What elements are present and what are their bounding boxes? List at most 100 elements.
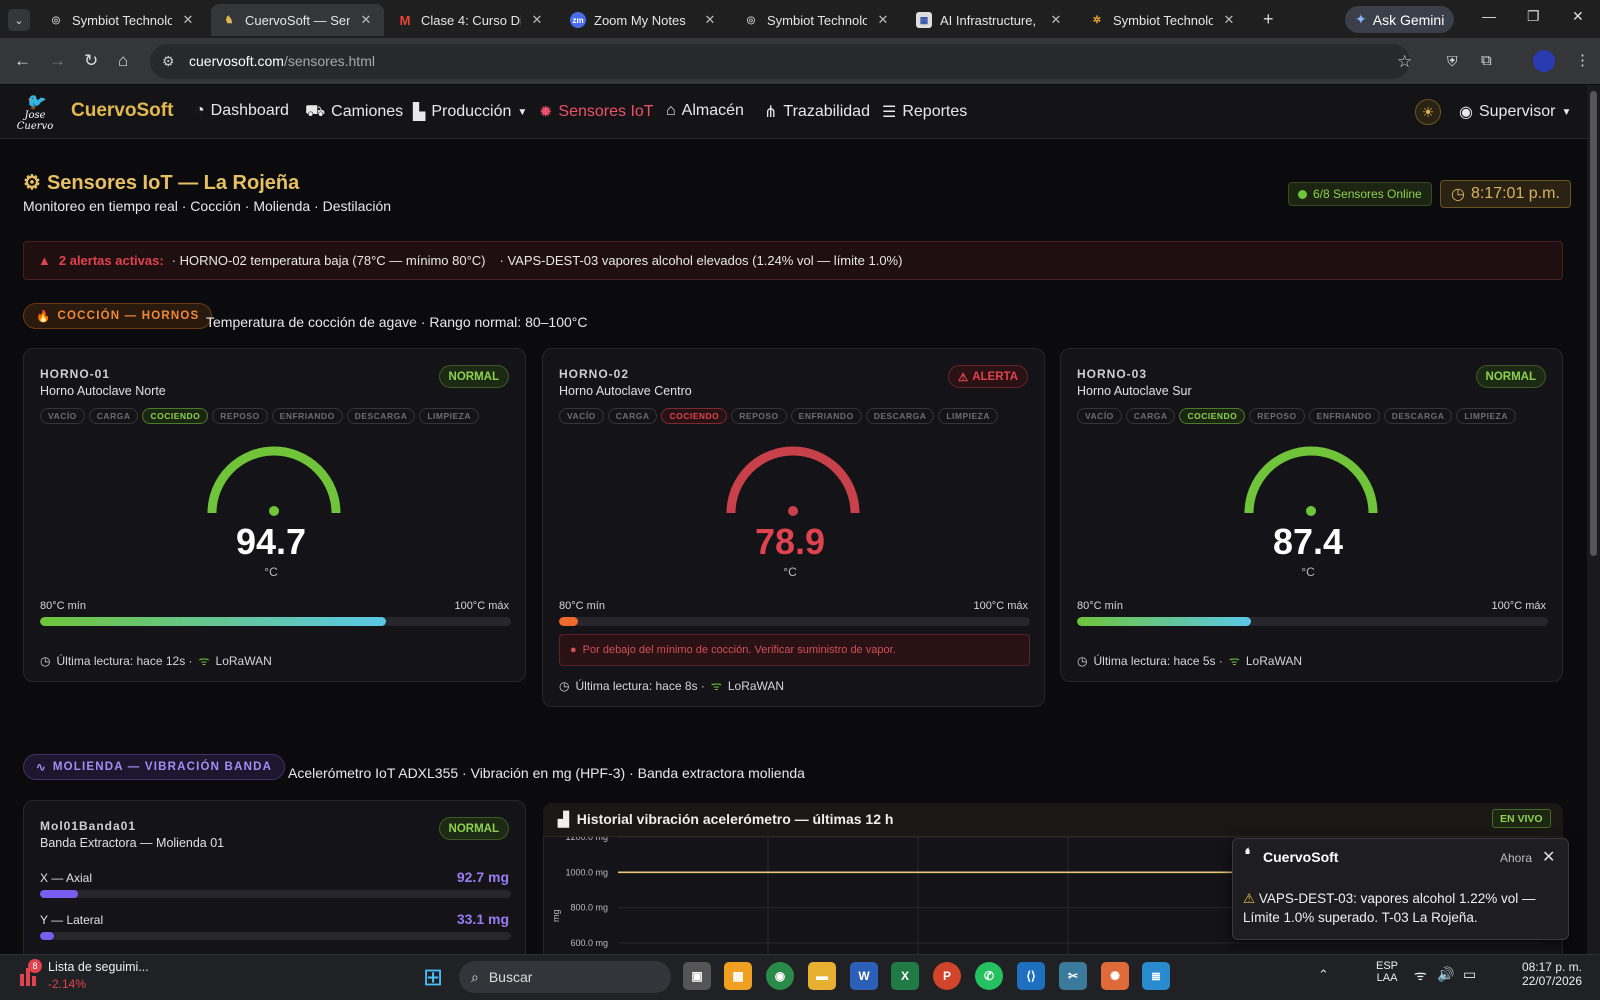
bookmark-star-icon[interactable]: ☆ <box>1397 52 1412 72</box>
close-tab-icon[interactable]: ✕ <box>1048 12 1064 28</box>
browser-tab-4[interactable]: zm Zoom My Notes ✕ <box>560 4 728 36</box>
close-tab-icon[interactable]: ✕ <box>180 12 196 28</box>
store-icon[interactable]: ▦ <box>724 962 752 990</box>
new-tab-button[interactable]: + <box>1263 9 1274 30</box>
molienda-section-tag: ∿ MOLIENDA — VIBRACIÓN BANDA <box>23 754 286 780</box>
minimize-icon[interactable]: — <box>1482 8 1496 24</box>
nav-almacen[interactable]: ⌂ Almacén <box>666 102 744 120</box>
nav-sensores-iot[interactable]: ✹ Sensores IoT <box>539 102 654 122</box>
status-text: ALERTA <box>972 370 1018 383</box>
axis-value-y: 33.1 mg <box>456 911 509 927</box>
stage-pills: VACÍO CARGA COCIENDO REPOSO ENFRIANDO DE… <box>40 408 480 424</box>
jose-cuervo-logo[interactable]: 🐦 Jose Cuervo <box>11 94 59 133</box>
forward-icon[interactable]: → <box>49 51 66 71</box>
browser-tab-1[interactable]: ◎ Symbiot Technologie ✕ <box>38 4 206 36</box>
taskbar-clock[interactable]: 08:17 p. m. 22/07/2026 <box>1500 960 1582 988</box>
cuervo-favicon-icon: ♞ <box>224 14 234 26</box>
temperature-value: 87.4 <box>1272 521 1344 562</box>
clock-icon: ◷ <box>1451 186 1465 203</box>
taskbar-search[interactable]: ⌕ Buscar <box>459 961 671 993</box>
vscode-icon[interactable]: ⟨⟩ <box>1017 962 1045 990</box>
toast-message-text: VAPS-DEST-03: vapores alcohol 1.22% vol … <box>1243 891 1536 925</box>
close-tab-icon[interactable]: ✕ <box>358 12 374 28</box>
stage-pill: LIMPIEZA <box>1456 408 1517 424</box>
wifi-tray-icon[interactable]: ᯤ <box>1414 966 1427 985</box>
browser-tab-2-active[interactable]: ♞ CuervoSoft — Sensores ✕ <box>211 4 384 36</box>
file-explorer-icon[interactable]: ▬ <box>808 962 836 990</box>
profile-avatar[interactable] <box>1533 50 1555 72</box>
stage-pill: CARGA <box>88 408 139 424</box>
task-view-icon[interactable]: ▣ <box>683 962 711 990</box>
temperature-gauge <box>207 446 341 516</box>
close-tab-icon[interactable]: ✕ <box>702 12 718 28</box>
last-reading: Última lectura: hace 5s · <box>1093 653 1223 668</box>
tab-title: CuervoSoft — Sensores <box>245 12 350 28</box>
site-info-icon[interactable]: ⚙ <box>162 53 175 70</box>
nav-reportes[interactable]: ☰ Reportes <box>882 102 967 122</box>
notification-toast[interactable]: ♞ CuervoSoft Ahora ✕ ⚠ VAPS-DEST-03: vap… <box>1232 838 1569 940</box>
tab-search-button[interactable]: ⌄ <box>8 9 30 31</box>
snipping-tool-icon[interactable]: ✂ <box>1059 962 1087 990</box>
close-tab-icon[interactable]: ✕ <box>529 12 545 28</box>
claude-app-icon[interactable]: ✺ <box>1101 962 1129 990</box>
reload-icon[interactable]: ↻ <box>84 51 98 71</box>
stage-pill: REPOSO <box>731 408 787 424</box>
list-icon: ☰ <box>882 104 897 121</box>
axis-label-y: Y — Lateral <box>40 913 104 927</box>
tab-title: Symbiot Technologie <box>767 12 867 28</box>
battery-icon[interactable]: ▭ <box>1463 966 1476 983</box>
range-max-label: 100°C máx <box>973 600 1028 612</box>
last-reading: Última lectura: hace 8s · <box>575 678 705 693</box>
stock-widget-icon[interactable]: 8 <box>18 959 42 988</box>
close-tab-icon[interactable]: ✕ <box>875 12 891 28</box>
extensions-puzzle-icon[interactable]: ⧉ <box>1481 52 1492 69</box>
nav-dashboard[interactable]: ◔ Dashboard <box>195 102 289 120</box>
axis-bar-y <box>40 932 511 940</box>
page-scrollbar[interactable] <box>1587 85 1600 954</box>
home-icon[interactable]: ⌂ <box>118 51 128 71</box>
y-tick-label: 600.0 mg <box>570 938 608 948</box>
excel-icon[interactable]: X <box>891 962 919 990</box>
extension-shield-icon[interactable]: ⛨ <box>1447 53 1458 70</box>
powerpoint-icon[interactable]: P <box>933 962 961 990</box>
nav-camiones[interactable]: ⛟ Camiones <box>305 102 403 122</box>
browser-tab-5[interactable]: ◎ Symbiot Technologie ✕ <box>733 4 901 36</box>
close-tab-icon[interactable]: ✕ <box>1221 12 1237 28</box>
scrollbar-thumb[interactable] <box>1590 91 1597 556</box>
back-icon[interactable]: ← <box>14 51 31 71</box>
nav-produccion[interactable]: ▙ Producción ▼ <box>413 102 527 122</box>
windows-start-icon[interactable]: ⊞ <box>423 963 443 992</box>
nav-trazabilidad[interactable]: ⋔ Trazabilidad <box>764 102 870 122</box>
notepad-icon[interactable]: ≣ <box>1142 962 1170 990</box>
word-icon[interactable]: W <box>850 962 878 990</box>
chrome-taskbar-icon[interactable]: ◉ <box>766 962 794 990</box>
stage-pill: VACÍO <box>559 408 604 424</box>
oven-card-horno-01: HORNO-01 Horno Autoclave Norte NORMAL VA… <box>23 348 526 682</box>
language-indicator[interactable]: ESP LAA <box>1376 960 1398 984</box>
theme-sun-icon[interactable]: ☀ <box>1415 99 1441 125</box>
url-text[interactable]: cuervosoft.com/sensores.html <box>189 53 375 69</box>
toast-close-icon[interactable]: ✕ <box>1542 847 1555 867</box>
brand-name[interactable]: CuervoSoft <box>71 100 173 122</box>
stage-pill: REPOSO <box>1249 408 1305 424</box>
ask-gemini-button[interactable]: ✦ Ask Gemini <box>1345 6 1455 33</box>
volume-icon[interactable]: 🔊 <box>1437 966 1454 983</box>
browser-tab-3[interactable]: M Clase 4: Curso Diseñ ✕ <box>387 4 555 36</box>
user-menu[interactable]: ◉ Supervisor ▼ <box>1459 102 1571 122</box>
oven-name: Horno Autoclave Sur <box>1077 384 1192 398</box>
tray-chevron-icon[interactable]: ⌃ <box>1318 967 1329 983</box>
temperature-unit: °C <box>783 565 797 579</box>
widget-title[interactable]: Lista de seguimi... <box>48 960 149 974</box>
browser-tab-6[interactable]: ▦ AI Infrastructure, Sec ✕ <box>906 4 1074 36</box>
temperature-unit: °C <box>1301 565 1315 579</box>
whatsapp-icon[interactable]: ✆ <box>975 962 1003 990</box>
close-window-icon[interactable]: ✕ <box>1572 8 1584 25</box>
stage-pill-active: COCIENDO <box>142 408 209 424</box>
section-tag-text: MOLIENDA — VIBRACIÓN BANDA <box>52 761 273 773</box>
oven-footer: ◷ Última lectura: hace 12s · ᯤ LoRaWAN <box>40 652 272 669</box>
browser-tab-7[interactable]: ✲ Symbiot Technologie ✕ <box>1079 4 1247 36</box>
y-axis-label: mg <box>551 909 561 922</box>
chrome-menu-icon[interactable]: ⋮ <box>1575 51 1590 69</box>
restore-icon[interactable]: ❐ <box>1527 8 1540 25</box>
truck-icon: ⛟ <box>305 103 326 120</box>
